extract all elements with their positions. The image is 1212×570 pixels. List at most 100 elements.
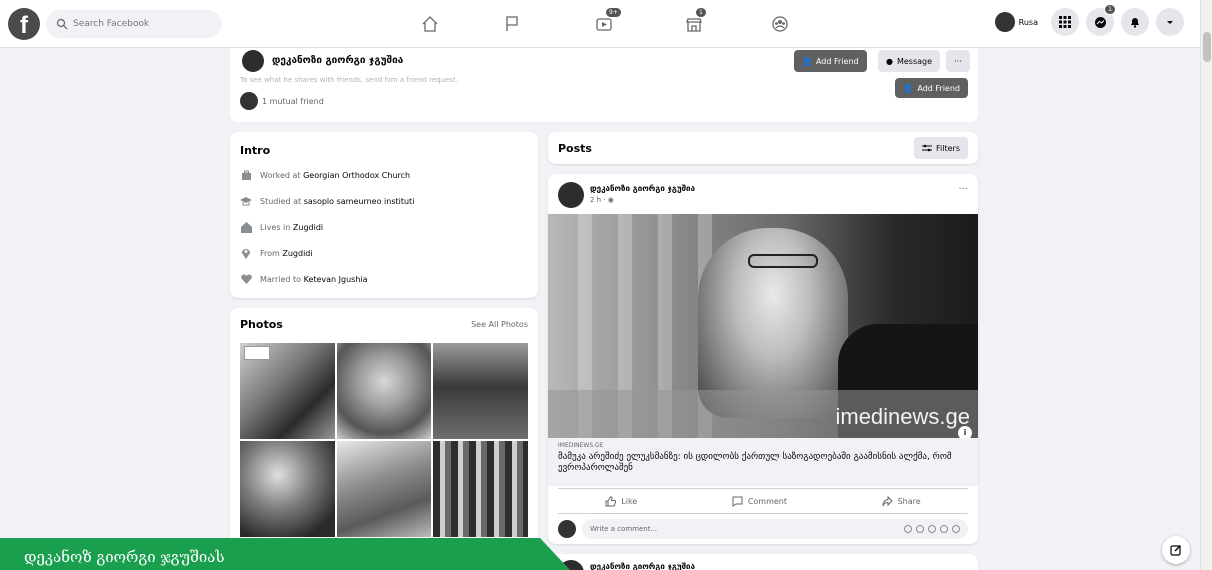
comment-icon xyxy=(732,496,743,507)
top-navigation-bar: f 9+ 1 Rusa 1 xyxy=(0,0,1200,48)
posts-title: Posts xyxy=(558,141,592,155)
comment-composer: Write a comment... xyxy=(558,518,968,540)
intro-title: Intro xyxy=(240,144,271,157)
heart-icon xyxy=(240,273,252,285)
briefcase-icon xyxy=(240,169,252,181)
intro-relationship-prefix: Married to xyxy=(260,274,302,284)
add-friend-button[interactable]: 👤 Add Friend xyxy=(794,50,867,72)
intro-item-from: From Zugdidi xyxy=(240,245,528,261)
filters-button[interactable]: Filters xyxy=(914,137,968,159)
notifications-button[interactable] xyxy=(1121,8,1149,36)
filters-label: Filters xyxy=(936,143,960,153)
search-icon xyxy=(56,18,68,30)
mutual-friends-link[interactable]: 1 mutual friend xyxy=(262,97,324,106)
profile-name[interactable]: დეკანოზი გიორგი ჯგუშია xyxy=(272,55,403,66)
photo-thumbnail[interactable] xyxy=(240,343,335,439)
avatar xyxy=(994,12,1015,32)
link-title: მამუკა არეშიძე ელუკსმანზე: ის ცდილობს ქა… xyxy=(558,452,952,473)
marketplace-icon[interactable]: 1 xyxy=(682,7,707,36)
share-button[interactable]: Share xyxy=(882,495,921,507)
messenger-icon xyxy=(1094,16,1106,28)
account-menu-button[interactable] xyxy=(1156,8,1184,36)
profile-chip-name: Rusa xyxy=(1018,17,1038,27)
intro-lives-prefix: Lives in xyxy=(260,222,291,232)
like-label: Like xyxy=(621,496,638,506)
marketplace-badge: 1 xyxy=(695,7,707,18)
photos-title: Photos xyxy=(240,318,283,331)
pages-flag-icon[interactable] xyxy=(500,12,524,36)
intro-from-value[interactable]: Zugdidi xyxy=(282,249,312,258)
search-box[interactable] xyxy=(46,10,222,38)
post-author-avatar[interactable] xyxy=(558,182,584,208)
page-scrollbar[interactable] xyxy=(1200,0,1212,570)
menu-grid-button[interactable] xyxy=(1051,8,1079,36)
search-input[interactable] xyxy=(73,19,213,29)
avatar-sticker-icon[interactable] xyxy=(952,525,960,533)
post-link-image[interactable]: imedinews.ge i xyxy=(548,214,978,438)
compose-icon xyxy=(1170,545,1181,556)
message-button[interactable]: ● Message xyxy=(878,50,941,72)
facebook-logo-icon[interactable]: f xyxy=(8,8,40,40)
profile-chip[interactable]: Rusa xyxy=(993,10,1044,34)
intro-relationship-value[interactable]: Ketevan Jgushia xyxy=(304,275,368,284)
info-icon[interactable]: i xyxy=(958,426,972,438)
graduation-cap-icon xyxy=(240,195,252,207)
photo-thumbnail[interactable] xyxy=(240,441,335,537)
emoji-icon[interactable] xyxy=(904,525,912,533)
friend-request-hint: To see what he shares with friends, send… xyxy=(240,76,458,84)
post-actions-bar: Like Comment Share xyxy=(558,488,968,514)
like-button[interactable]: Like xyxy=(605,495,638,507)
intro-work-value[interactable]: Georgian Orthodox Church xyxy=(303,171,410,180)
post-more-options-icon[interactable]: ··· xyxy=(958,184,968,195)
post-card-partial: დეკანოზი გიორგი ჯგუშია xyxy=(548,554,978,570)
comment-tools xyxy=(904,525,960,533)
add-friend-secondary-button[interactable]: 👤 Add Friend xyxy=(895,78,968,98)
photo-thumbnail[interactable] xyxy=(433,441,528,537)
new-message-button[interactable] xyxy=(1162,536,1190,564)
photo-grid xyxy=(240,343,528,537)
more-label: ··· xyxy=(954,56,962,66)
link-domain: IMEDINEWS.GE xyxy=(558,442,604,449)
post-author-name[interactable]: დეკანოზი გიორგი ჯგუშია xyxy=(590,562,695,570)
sticker-icon[interactable] xyxy=(940,525,948,533)
profile-avatar[interactable] xyxy=(242,50,264,72)
intro-lives-value[interactable]: Zugdidi xyxy=(293,223,323,232)
watch-video-icon[interactable]: 9+ xyxy=(592,7,622,36)
intro-item-relationship: Married to Ketevan Jgushia xyxy=(240,271,528,287)
post-author-name[interactable]: დეკანოზი გიორგი ჯგუშია xyxy=(590,184,695,193)
filters-icon xyxy=(922,144,933,152)
home-icon xyxy=(240,221,252,233)
messenger-icon: ● xyxy=(886,56,893,66)
add-friend-label: Add Friend xyxy=(917,83,960,93)
post-timestamp[interactable]: 2 h · ◉ xyxy=(590,196,614,204)
photo-thumbnail[interactable] xyxy=(336,441,432,537)
image-watermark: imedinews.ge xyxy=(835,404,970,429)
avatar xyxy=(558,520,576,538)
add-friend-icon: 👤 xyxy=(903,83,914,93)
share-label: Share xyxy=(897,496,921,506)
intro-card: Intro Worked at Georgian Orthodox Church… xyxy=(230,132,538,298)
comment-button[interactable]: Comment xyxy=(732,496,787,507)
photo-thumbnail[interactable] xyxy=(336,343,432,439)
home-nav-icon[interactable] xyxy=(418,12,442,36)
post-card: დეკანოზი გიორგი ჯგუშია 2 h · ◉ ··· imedi… xyxy=(548,174,978,544)
photo-thumbnail[interactable] xyxy=(433,343,528,439)
comment-input[interactable]: Write a comment... xyxy=(582,519,968,539)
link-preview[interactable]: IMEDINEWS.GE მამუკა არეშიძე ელუკსმანზე: … xyxy=(548,438,978,486)
groups-icon[interactable] xyxy=(768,12,792,36)
see-all-photos-link[interactable]: See All Photos xyxy=(471,320,528,329)
globe-icon: ◉ xyxy=(607,196,614,204)
gif-icon[interactable] xyxy=(928,525,936,533)
messenger-button[interactable]: 1 xyxy=(1086,4,1116,36)
intro-item-lives: Lives in Zugdidi xyxy=(240,219,528,235)
scrollbar-thumb[interactable] xyxy=(1203,32,1211,62)
photos-card: Photos See All Photos xyxy=(230,308,538,548)
intro-item-work: Worked at Georgian Orthodox Church xyxy=(240,167,528,183)
share-icon xyxy=(882,495,893,506)
intro-education-value[interactable]: sasoplo sameurneo instituti xyxy=(304,197,415,206)
message-label: Message xyxy=(896,56,933,66)
intro-work-prefix: Worked at xyxy=(260,170,301,180)
more-options-button[interactable]: ··· xyxy=(946,50,970,72)
camera-icon[interactable] xyxy=(916,525,924,533)
mutual-friend-avatar[interactable] xyxy=(240,92,258,110)
